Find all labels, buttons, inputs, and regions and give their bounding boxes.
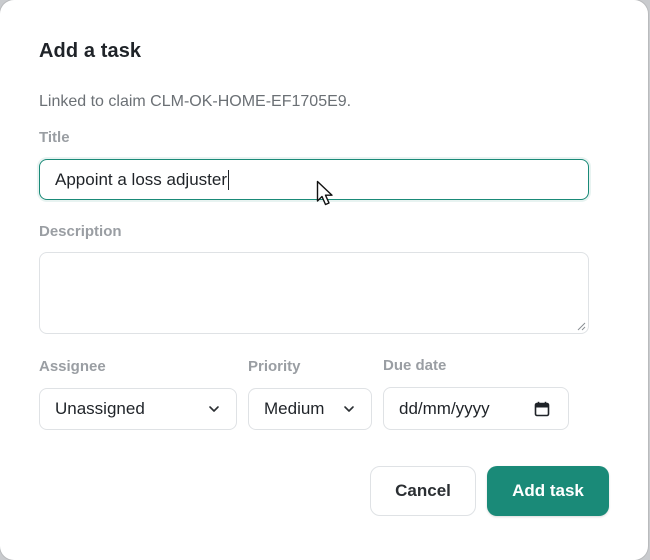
calendar-icon[interactable] [534, 401, 550, 417]
cancel-button[interactable]: Cancel [370, 466, 476, 516]
due-date-input[interactable]: dd/mm/yyyy [383, 387, 569, 430]
add-task-button[interactable]: Add task [487, 466, 609, 516]
priority-value: Medium [264, 399, 325, 418]
assignee-label: Assignee [39, 358, 106, 375]
priority-label: Priority [248, 358, 301, 375]
assignee-select[interactable]: Unassigned [39, 388, 237, 430]
assignee-value: Unassigned [55, 399, 145, 418]
title-label: Title [39, 129, 70, 146]
text-caret [228, 169, 229, 190]
mouse-pointer-icon [316, 180, 333, 206]
description-label: Description [39, 223, 122, 240]
linked-claim-text: Linked to claim CLM-OK-HOME-EF1705E9. [39, 93, 352, 110]
title-input-value: Appoint a loss adjuster [55, 169, 227, 189]
add-task-dialog: Add a task Linked to claim CLM-OK-HOME-E… [0, 0, 648, 560]
due-date-label: Due date [383, 357, 447, 374]
description-textarea[interactable] [39, 252, 589, 334]
title-input[interactable]: Appoint a loss adjuster [39, 159, 589, 200]
dialog-title: Add a task [39, 40, 142, 62]
chevron-down-icon [209, 406, 219, 412]
priority-select[interactable]: Medium [248, 388, 372, 430]
resize-grip-icon[interactable] [576, 321, 586, 331]
chevron-down-icon [344, 406, 354, 412]
due-date-placeholder: dd/mm/yyyy [399, 398, 490, 418]
